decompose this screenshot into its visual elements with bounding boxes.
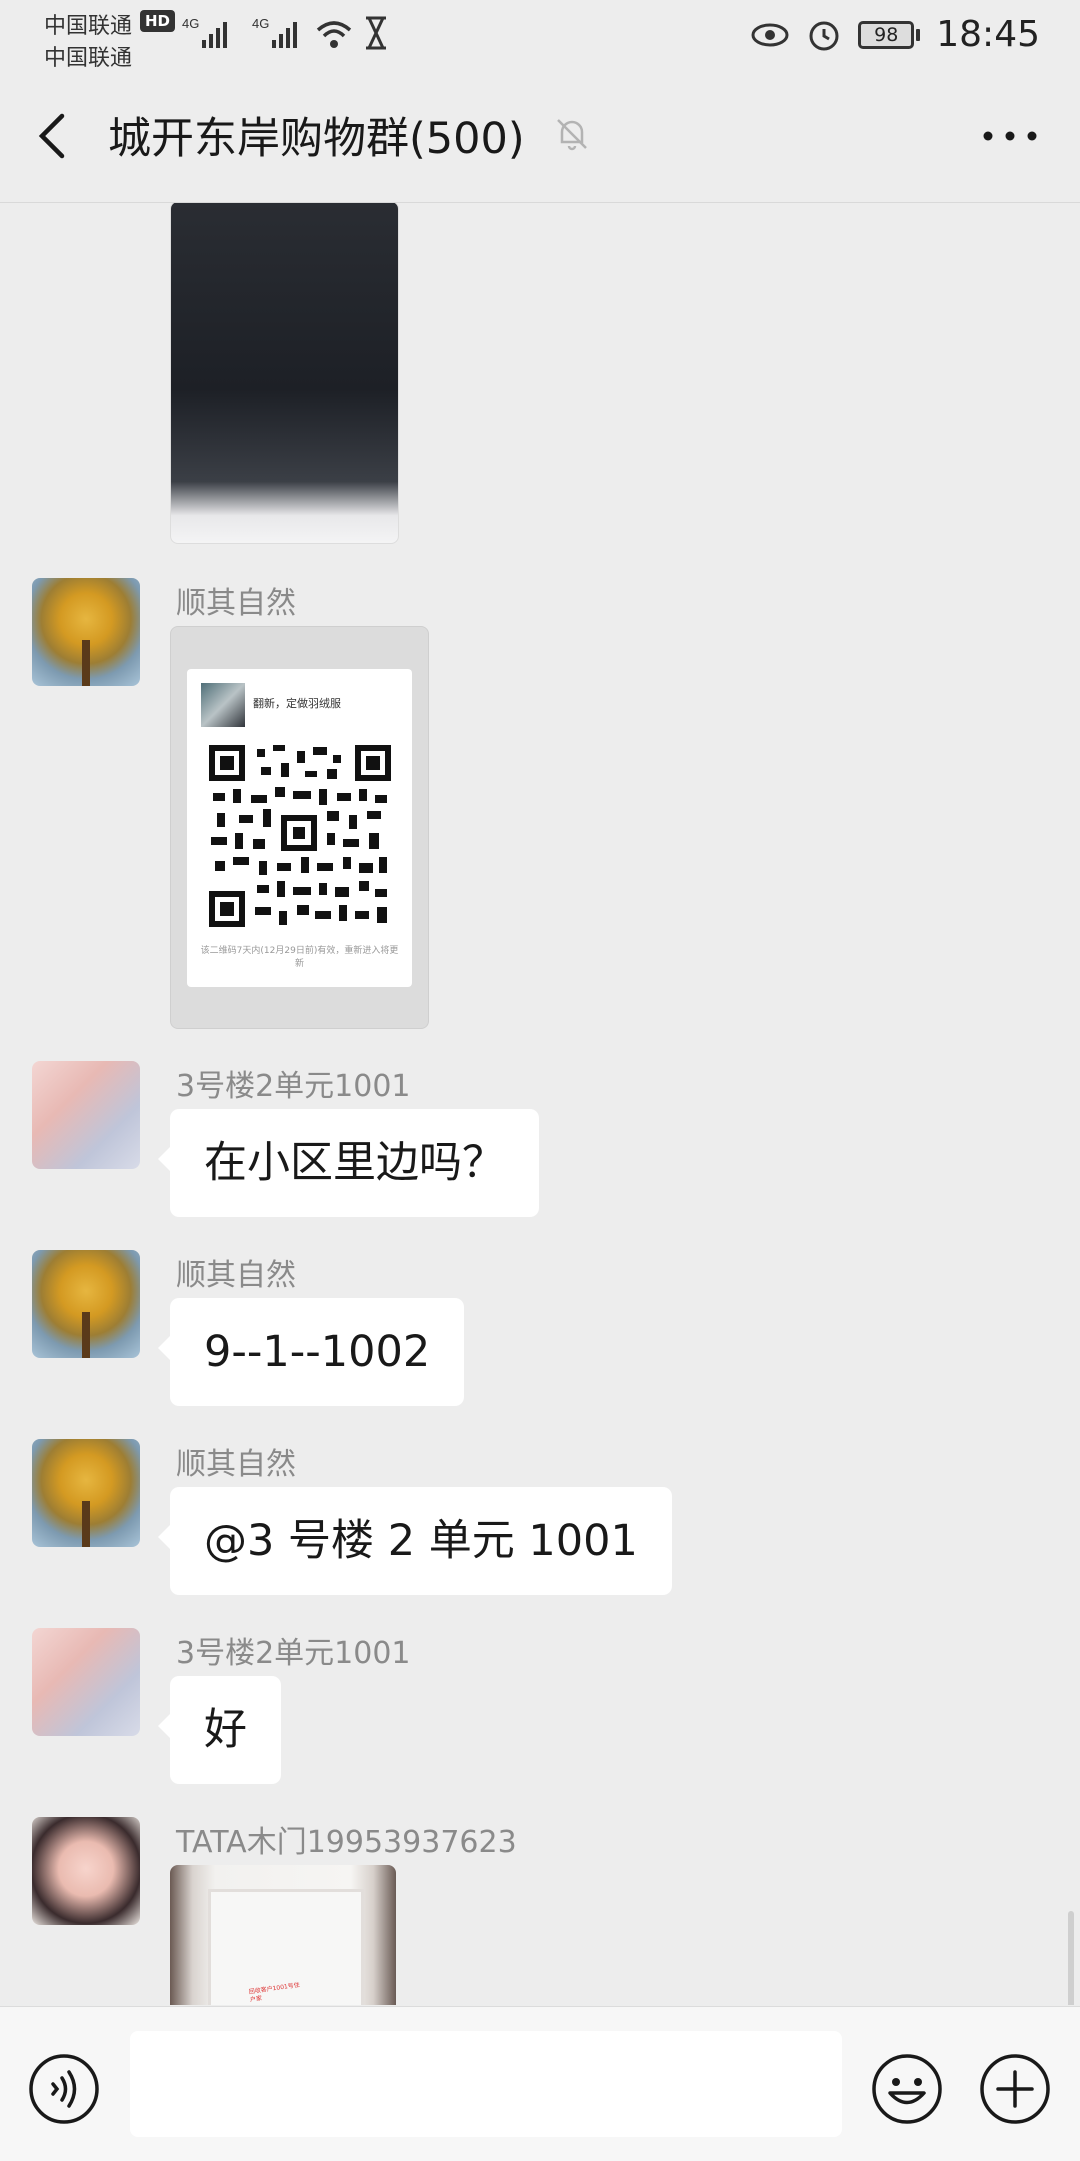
chat-title: 城开东岸购物群(500) [108, 114, 525, 164]
sender-name: TATA木门19953937623 [176, 1825, 517, 1860]
alarm-icon [809, 21, 839, 50]
signal-icon: 4G [182, 16, 227, 48]
wifi-icon [316, 21, 352, 48]
plus-icon[interactable] [978, 2052, 1052, 2126]
input-bar [0, 2006, 1080, 2161]
more-horizontal-icon[interactable] [980, 126, 1040, 146]
carrier-label-1: 中国联通 [44, 14, 133, 39]
image-message[interactable]: 回收客户1001号住户家 [170, 1865, 396, 2005]
avatar[interactable] [32, 1439, 140, 1547]
qr-code-message[interactable]: 翻新，定做羽绒服 该二维码7天内(12月29日前)有效，重新进入将更新 [170, 626, 429, 1029]
scrollbar[interactable] [1068, 1911, 1074, 2005]
bell-off-icon [557, 119, 587, 151]
sender-name: 顺其自然 [176, 1447, 296, 1482]
message-input[interactable] [130, 2031, 842, 2137]
battery-level: 98 [858, 20, 915, 49]
chat-list[interactable]: 顺其自然 翻新，定做羽绒服 该二维码7天内(12月29日前)有效，重新进入将更新… [0, 203, 1080, 2005]
message-bubble[interactable]: 9--1--1002 [157, 1298, 465, 1406]
emoji-icon[interactable] [870, 2052, 944, 2126]
sender-name: 顺其自然 [176, 1258, 296, 1293]
qr-card-content: 翻新，定做羽绒服 该二维码7天内(12月29日前)有效，重新进入将更新 [187, 669, 412, 987]
qr-card-footer: 该二维码7天内(12月29日前)有效，重新进入将更新 [200, 946, 399, 969]
chevron-left-icon[interactable] [30, 110, 78, 162]
sender-name: 3号楼2单元1001 [176, 1069, 411, 1104]
network-type-1: 4G [182, 16, 199, 31]
sender-name: 3号楼2单元1001 [176, 1636, 411, 1671]
hd-badge: HD [140, 10, 176, 32]
clock: 18:45 [936, 14, 1040, 55]
carrier-label-2: 中国联通 [44, 46, 133, 71]
sender-name: 顺其自然 [176, 586, 296, 621]
image-message-partial[interactable] [170, 203, 399, 544]
signal-icon-2: 4G [252, 16, 297, 48]
status-right: 98 18:45 [750, 14, 1040, 55]
chat-header: 城开东岸购物群(500) [0, 70, 1080, 203]
network-type-2: 4G [252, 16, 269, 31]
message-bubble[interactable]: @3 号楼 2 单元 1001 [158, 1487, 672, 1595]
eye-icon [751, 23, 789, 46]
avatar[interactable] [32, 578, 140, 686]
group-thumbnail [201, 683, 245, 727]
qr-code-image [209, 745, 391, 927]
battery-icon: 98 [858, 20, 921, 49]
voice-icon[interactable] [27, 2052, 101, 2126]
qr-card-title: 翻新，定做羽绒服 [253, 697, 341, 710]
avatar[interactable] [32, 1250, 140, 1358]
hourglass-icon [366, 16, 386, 50]
avatar[interactable] [32, 1628, 140, 1736]
avatar[interactable] [32, 1817, 140, 1925]
avatar[interactable] [32, 1061, 140, 1169]
message-bubble[interactable]: 好 [158, 1676, 281, 1784]
status-bar: 中国联通 中国联通 HD 4G 4G 98 18:45 [0, 0, 1080, 71]
message-bubble[interactable]: 在小区里边吗？ [158, 1109, 539, 1217]
